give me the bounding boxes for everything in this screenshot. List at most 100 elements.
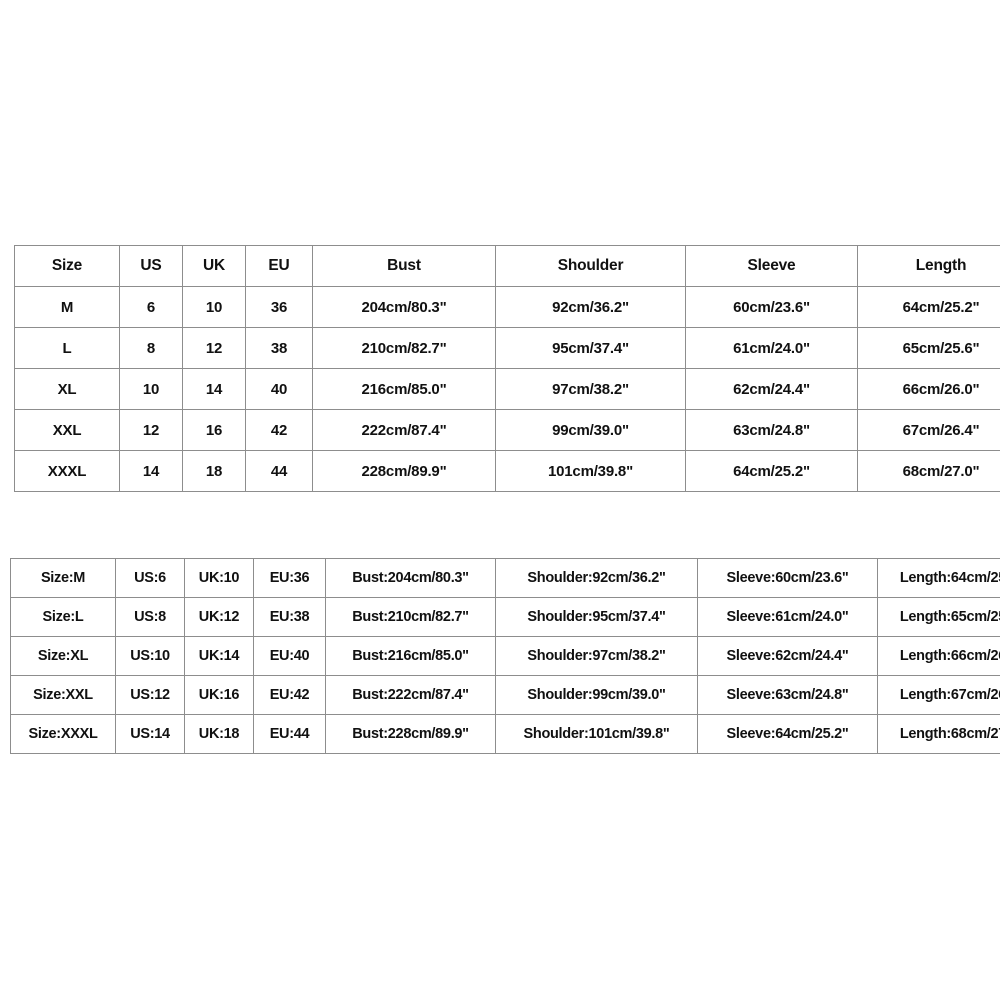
cell-shoulder: Shoulder:95cm/37.4": [495, 597, 698, 637]
column-header-us: US: [119, 245, 183, 287]
cell-uk: UK:16: [184, 675, 254, 715]
cell-shoulder: 99cm/39.0": [495, 409, 686, 451]
cell-shoulder: Shoulder:97cm/38.2": [495, 636, 698, 676]
cell-uk: 16: [182, 409, 246, 451]
table-row: Size:M US:6 UK:10 EU:36 Bust:204cm/80.3"…: [10, 558, 1000, 598]
cell-length: Length:66cm/26.0": [877, 636, 1000, 676]
cell-eu: 38: [245, 327, 313, 369]
size-detail-table: Size:M US:6 UK:10 EU:36 Bust:204cm/80.3"…: [10, 558, 1000, 754]
cell-bust: 210cm/82.7": [312, 327, 496, 369]
cell-size: Size:L: [10, 597, 116, 637]
cell-length: 64cm/25.2": [857, 286, 1000, 328]
table-row: XL 10 14 40 216cm/85.0" 97cm/38.2" 62cm/…: [14, 368, 1000, 410]
cell-us: 6: [119, 286, 183, 328]
cell-size: Size:XXL: [10, 675, 116, 715]
cell-length: Length:65cm/25.6": [877, 597, 1000, 637]
table-row: M 6 10 36 204cm/80.3" 92cm/36.2" 60cm/23…: [14, 286, 1000, 328]
cell-eu: EU:38: [253, 597, 326, 637]
cell-sleeve: 64cm/25.2": [685, 450, 858, 492]
cell-size: L: [14, 327, 120, 369]
cell-shoulder: 92cm/36.2": [495, 286, 686, 328]
table-row: XXXL 14 18 44 228cm/89.9" 101cm/39.8" 64…: [14, 450, 1000, 492]
cell-sleeve: Sleeve:64cm/25.2": [697, 714, 878, 754]
cell-bust: Bust:216cm/85.0": [325, 636, 496, 676]
table-row: XXL 12 16 42 222cm/87.4" 99cm/39.0" 63cm…: [14, 409, 1000, 451]
cell-eu: 44: [245, 450, 313, 492]
cell-length: 67cm/26.4": [857, 409, 1000, 451]
column-header-eu: EU: [245, 245, 313, 287]
cell-size: Size:XL: [10, 636, 116, 676]
cell-us: US:12: [115, 675, 185, 715]
cell-eu: 36: [245, 286, 313, 328]
cell-length: 68cm/27.0": [857, 450, 1000, 492]
size-chart-table: Size US UK EU Bust Shoulder Sleeve Lengt…: [14, 245, 1000, 492]
cell-sleeve: 63cm/24.8": [685, 409, 858, 451]
cell-size: XL: [14, 368, 120, 410]
size-chart-page: { "colors": { "background": "#ffffff", "…: [0, 0, 1000, 1000]
cell-sleeve: 60cm/23.6": [685, 286, 858, 328]
cell-us: US:14: [115, 714, 185, 754]
table-row: Size:XXL US:12 UK:16 EU:42 Bust:222cm/87…: [10, 675, 1000, 715]
cell-uk: UK:18: [184, 714, 254, 754]
cell-eu: EU:44: [253, 714, 326, 754]
cell-bust: 216cm/85.0": [312, 368, 496, 410]
cell-eu: 42: [245, 409, 313, 451]
cell-us: 12: [119, 409, 183, 451]
cell-bust: 222cm/87.4": [312, 409, 496, 451]
cell-bust: Bust:204cm/80.3": [325, 558, 496, 598]
cell-eu: 40: [245, 368, 313, 410]
cell-uk: UK:14: [184, 636, 254, 676]
cell-us: US:10: [115, 636, 185, 676]
cell-eu: EU:42: [253, 675, 326, 715]
size-chart-table-head: Size US UK EU Bust Shoulder Sleeve Lengt…: [14, 245, 1000, 287]
cell-uk: 14: [182, 368, 246, 410]
cell-length: 65cm/25.6": [857, 327, 1000, 369]
cell-shoulder: Shoulder:99cm/39.0": [495, 675, 698, 715]
cell-size: Size:M: [10, 558, 116, 598]
cell-shoulder: Shoulder:92cm/36.2": [495, 558, 698, 598]
cell-bust: 228cm/89.9": [312, 450, 496, 492]
cell-bust: 204cm/80.3": [312, 286, 496, 328]
cell-length: 66cm/26.0": [857, 368, 1000, 410]
cell-size: XXXL: [14, 450, 120, 492]
column-header-sleeve: Sleeve: [685, 245, 858, 287]
cell-shoulder: 101cm/39.8": [495, 450, 686, 492]
cell-uk: UK:10: [184, 558, 254, 598]
cell-us: 10: [119, 368, 183, 410]
cell-uk: UK:12: [184, 597, 254, 637]
table-row: Size:XL US:10 UK:14 EU:40 Bust:216cm/85.…: [10, 636, 1000, 676]
cell-size: XXL: [14, 409, 120, 451]
cell-length: Length:67cm/26.4": [877, 675, 1000, 715]
cell-eu: EU:40: [253, 636, 326, 676]
cell-bust: Bust:228cm/89.9": [325, 714, 496, 754]
cell-eu: EU:36: [253, 558, 326, 598]
cell-sleeve: 61cm/24.0": [685, 327, 858, 369]
cell-uk: 18: [182, 450, 246, 492]
cell-us: US:8: [115, 597, 185, 637]
cell-bust: Bust:222cm/87.4": [325, 675, 496, 715]
column-header-size: Size: [14, 245, 120, 287]
cell-length: Length:68cm/27.0": [877, 714, 1000, 754]
column-header-bust: Bust: [312, 245, 496, 287]
cell-sleeve: Sleeve:60cm/23.6": [697, 558, 878, 598]
cell-us: 8: [119, 327, 183, 369]
cell-sleeve: Sleeve:63cm/24.8": [697, 675, 878, 715]
cell-sleeve: Sleeve:61cm/24.0": [697, 597, 878, 637]
column-header-shoulder: Shoulder: [495, 245, 686, 287]
cell-us: US:6: [115, 558, 185, 598]
cell-sleeve: Sleeve:62cm/24.4": [697, 636, 878, 676]
size-detail-table-body: Size:M US:6 UK:10 EU:36 Bust:204cm/80.3"…: [10, 558, 1000, 754]
cell-shoulder: 97cm/38.2": [495, 368, 686, 410]
cell-shoulder: 95cm/37.4": [495, 327, 686, 369]
cell-uk: 10: [182, 286, 246, 328]
table-row: Size:L US:8 UK:12 EU:38 Bust:210cm/82.7"…: [10, 597, 1000, 637]
column-header-length: Length: [857, 245, 1000, 287]
cell-sleeve: 62cm/24.4": [685, 368, 858, 410]
cell-bust: Bust:210cm/82.7": [325, 597, 496, 637]
cell-size: M: [14, 286, 120, 328]
column-header-uk: UK: [182, 245, 246, 287]
table-row: L 8 12 38 210cm/82.7" 95cm/37.4" 61cm/24…: [14, 327, 1000, 369]
size-chart-table-body: M 6 10 36 204cm/80.3" 92cm/36.2" 60cm/23…: [14, 286, 1000, 492]
table-header-row: Size US UK EU Bust Shoulder Sleeve Lengt…: [14, 245, 1000, 287]
cell-size: Size:XXXL: [10, 714, 116, 754]
